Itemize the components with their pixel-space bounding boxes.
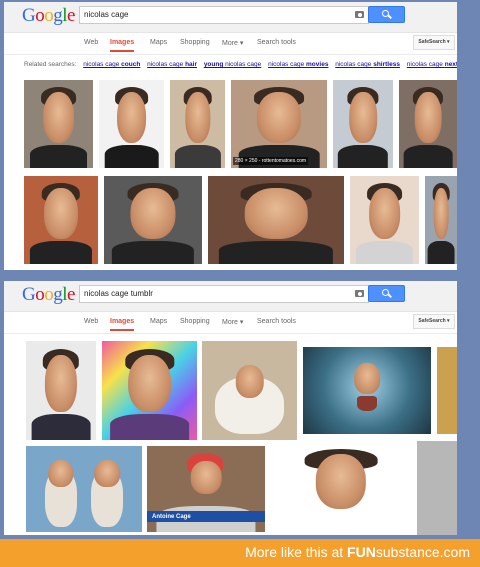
tab-images[interactable]: Images <box>110 39 135 52</box>
image-result[interactable] <box>303 347 431 434</box>
search-query: nicolas cage tumblr <box>84 289 153 298</box>
tab-more[interactable]: More ▾ <box>222 318 243 326</box>
image-result[interactable] <box>437 347 457 434</box>
search-input[interactable]: nicolas cage tumblr <box>79 285 369 303</box>
tab-web[interactable]: Web <box>84 39 98 46</box>
tab-maps[interactable]: Maps <box>150 318 167 325</box>
search-icon <box>382 289 389 296</box>
safesearch-button[interactable]: SafeSearch ▾ <box>413 35 455 50</box>
search-icon <box>382 10 389 17</box>
tab-maps[interactable]: Maps <box>150 39 167 46</box>
image-result[interactable] <box>170 80 225 168</box>
image-result[interactable] <box>99 80 164 168</box>
tab-images[interactable]: Images <box>110 318 135 331</box>
funsubstance-banner[interactable]: More like this at FUNsubstance.com <box>0 539 480 567</box>
image-caption: 280 × 250 - rottentomatoes.com <box>233 157 309 165</box>
image-result[interactable] <box>425 176 457 264</box>
search-tabs: Web Images Maps Shopping More ▾ Search t… <box>4 35 457 55</box>
related-link-young[interactable]: young nicolas cage <box>204 61 261 68</box>
image-result[interactable] <box>417 441 457 535</box>
related-link-shirtless[interactable]: nicolas cage shirtless <box>335 61 400 68</box>
search-button[interactable] <box>368 285 405 302</box>
image-result[interactable] <box>24 80 93 168</box>
related-link-couch[interactable]: nicolas cage couch <box>83 61 140 68</box>
tab-search-tools[interactable]: Search tools <box>257 39 296 46</box>
related-searches: Related searches: nicolas cage couch nic… <box>24 61 457 68</box>
image-result[interactable] <box>104 176 202 264</box>
image-result[interactable] <box>271 441 411 535</box>
image-result[interactable] <box>102 341 197 440</box>
image-result[interactable] <box>26 446 142 532</box>
camera-icon[interactable] <box>355 290 364 297</box>
safesearch-button[interactable]: SafeSearch ▾ <box>413 314 455 329</box>
search-button[interactable] <box>368 6 405 23</box>
related-link-movies[interactable]: nicolas cage movies <box>268 61 328 68</box>
image-result[interactable]: Antoine Cage <box>147 446 265 532</box>
image-result[interactable] <box>333 80 393 168</box>
image-result[interactable] <box>208 176 344 264</box>
image-result[interactable]: 280 × 250 - rottentomatoes.com <box>231 80 327 168</box>
tab-shopping[interactable]: Shopping <box>180 318 210 325</box>
search-header: Google nicolas cage tumblr <box>4 281 457 312</box>
search-input[interactable]: nicolas cage <box>79 6 369 24</box>
image-result[interactable] <box>24 176 98 264</box>
divider <box>4 333 457 334</box>
tab-shopping[interactable]: Shopping <box>180 39 210 46</box>
related-link-next[interactable]: nicolas cage next <box>407 61 457 68</box>
related-link-hair[interactable]: nicolas cage hair <box>147 61 197 68</box>
image-result[interactable] <box>26 341 96 440</box>
image-result[interactable] <box>202 341 297 440</box>
tab-web[interactable]: Web <box>84 318 98 325</box>
tab-search-tools[interactable]: Search tools <box>257 318 296 325</box>
image-result[interactable] <box>350 176 419 264</box>
google-logo[interactable]: Google <box>22 5 75 27</box>
divider <box>4 54 457 55</box>
search-tabs: Web Images Maps Shopping More ▾ Search t… <box>4 314 457 334</box>
camera-icon[interactable] <box>355 11 364 18</box>
search-query: nicolas cage <box>84 10 129 19</box>
search-results-panel-1: Google nicolas cage Web Images Maps Shop… <box>4 2 457 270</box>
search-header: Google nicolas cage <box>4 2 457 33</box>
related-label: Related searches: <box>24 61 77 68</box>
image-result[interactable] <box>399 80 457 168</box>
news-caption-name: Antoine Cage <box>152 514 191 520</box>
search-results-panel-2: Google nicolas cage tumblr Web Images Ma… <box>4 281 457 535</box>
banner-text: More like this at FUNsubstance.com <box>245 544 470 560</box>
tab-more[interactable]: More ▾ <box>222 39 243 47</box>
google-logo[interactable]: Google <box>22 284 75 306</box>
